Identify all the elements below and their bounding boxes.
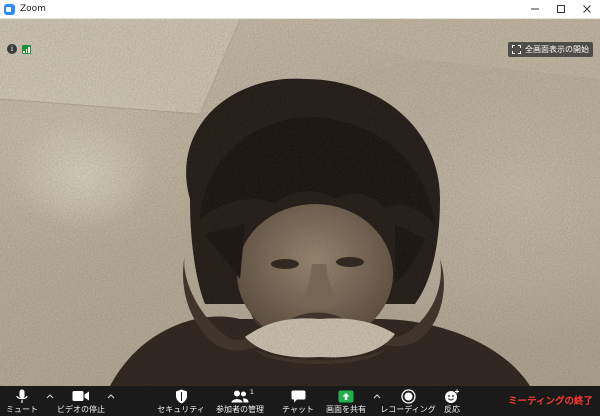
- participants-icon: [231, 387, 249, 405]
- share-options-caret-icon[interactable]: [373, 392, 381, 400]
- participant-video: [0, 19, 600, 386]
- fullscreen-label: 全画面表示の開始: [525, 45, 589, 54]
- meeting-toolbar: ミュート ビデオの停止 セキュリティ 参加者の管理 1 チャット 画面を共有 レ…: [0, 386, 600, 416]
- chat-label: チャット: [282, 405, 314, 414]
- participant-count-badge: 1: [250, 389, 254, 396]
- video-feed: i 全画面表示の開始: [0, 19, 600, 386]
- close-icon: [583, 5, 591, 13]
- maximize-icon: [557, 5, 565, 13]
- fullscreen-icon: [512, 45, 521, 54]
- signal-strength-icon[interactable]: [22, 45, 31, 54]
- close-button[interactable]: [574, 0, 600, 18]
- title-bar: Zoom: [0, 0, 600, 19]
- manage-participants-button[interactable]: 参加者の管理: [213, 386, 267, 416]
- minimize-button[interactable]: [522, 0, 548, 18]
- maximize-button[interactable]: [548, 0, 574, 18]
- share-screen-button[interactable]: 画面を共有: [323, 386, 369, 416]
- microphone-icon: [16, 387, 28, 405]
- video-camera-icon: [72, 387, 90, 405]
- manage-participants-label: 参加者の管理: [216, 405, 264, 414]
- mute-label: ミュート: [6, 405, 38, 414]
- share-screen-icon: [338, 387, 354, 405]
- minimize-icon: [531, 8, 539, 10]
- fullscreen-button[interactable]: 全画面表示の開始: [508, 42, 593, 57]
- record-button[interactable]: レコーディング: [380, 386, 436, 416]
- shield-icon: [175, 387, 188, 405]
- end-meeting-button[interactable]: ミーティングの終了: [508, 393, 593, 407]
- security-label: セキュリティ: [157, 405, 205, 414]
- stop-video-label: ビデオの停止: [57, 405, 105, 414]
- info-icon[interactable]: i: [7, 44, 17, 54]
- reactions-button[interactable]: 反応: [440, 386, 464, 416]
- share-screen-label: 画面を共有: [326, 405, 366, 414]
- zoom-logo-icon: [4, 3, 15, 15]
- reactions-label: 反応: [444, 405, 460, 414]
- mute-button[interactable]: ミュート: [5, 386, 39, 416]
- window-controls: [522, 0, 600, 18]
- record-label: レコーディング: [380, 405, 436, 414]
- audio-options-caret-icon[interactable]: [46, 392, 54, 400]
- security-button[interactable]: セキュリティ: [157, 386, 205, 416]
- smiley-plus-icon: [444, 387, 460, 405]
- video-options-caret-icon[interactable]: [107, 392, 115, 400]
- record-icon: [400, 387, 416, 405]
- chat-button[interactable]: チャット: [282, 386, 314, 416]
- window-title: Zoom: [20, 4, 46, 14]
- stop-video-button[interactable]: ビデオの停止: [56, 386, 106, 416]
- chat-icon: [291, 387, 306, 405]
